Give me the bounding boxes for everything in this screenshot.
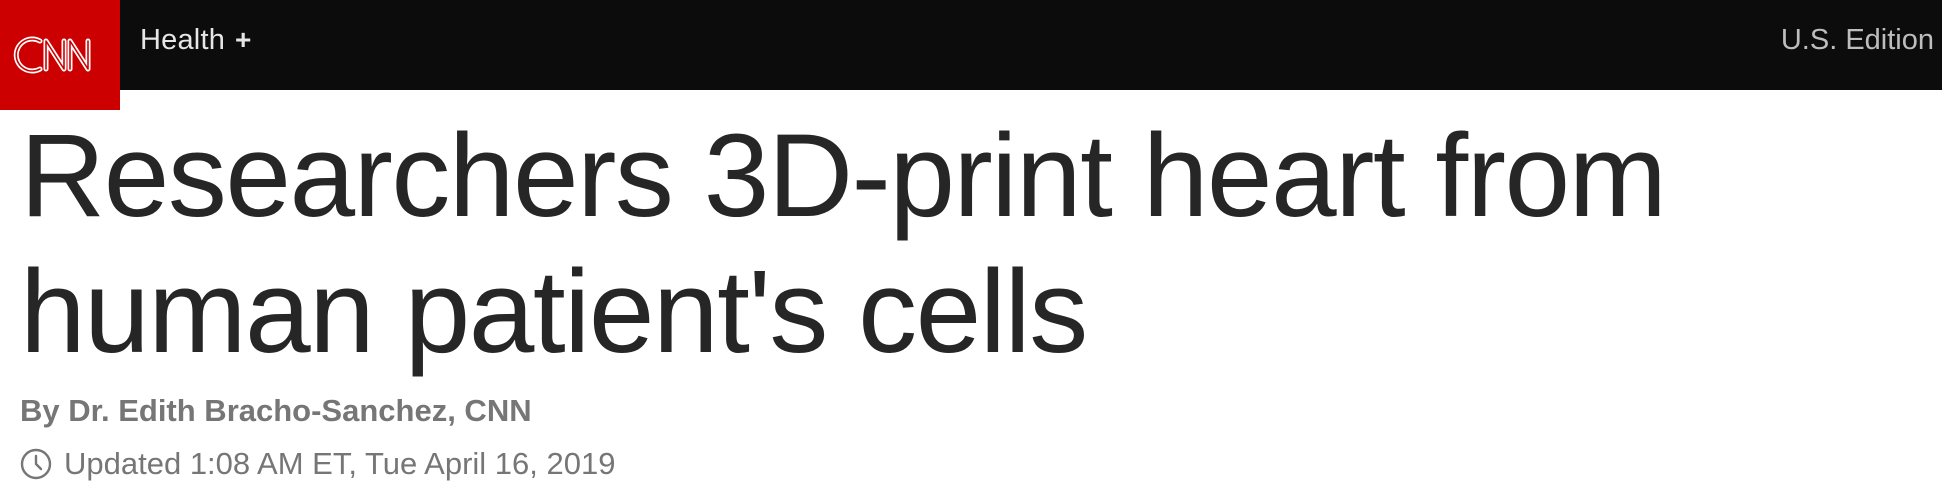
- section-menu-health[interactable]: Health +: [140, 0, 252, 80]
- article-byline[interactable]: By Dr. Edith Bracho-Sanchez, CNN: [20, 393, 532, 429]
- plus-icon: +: [235, 24, 252, 55]
- cnn-logo-icon: [13, 36, 91, 74]
- edition-selector[interactable]: U.S. Edition: [1781, 0, 1934, 80]
- clock-icon: [20, 448, 52, 480]
- top-navigation-bar: Health + U.S. Edition: [0, 0, 1942, 110]
- cnn-logo[interactable]: [0, 0, 120, 110]
- section-label: Health: [140, 23, 226, 56]
- article-timestamp: Updated 1:08 AM ET, Tue April 16, 2019: [20, 444, 615, 484]
- updated-text: Updated 1:08 AM ET, Tue April 16, 2019: [64, 446, 616, 481]
- article-headline: Researchers 3D-print heart from human pa…: [20, 110, 1667, 378]
